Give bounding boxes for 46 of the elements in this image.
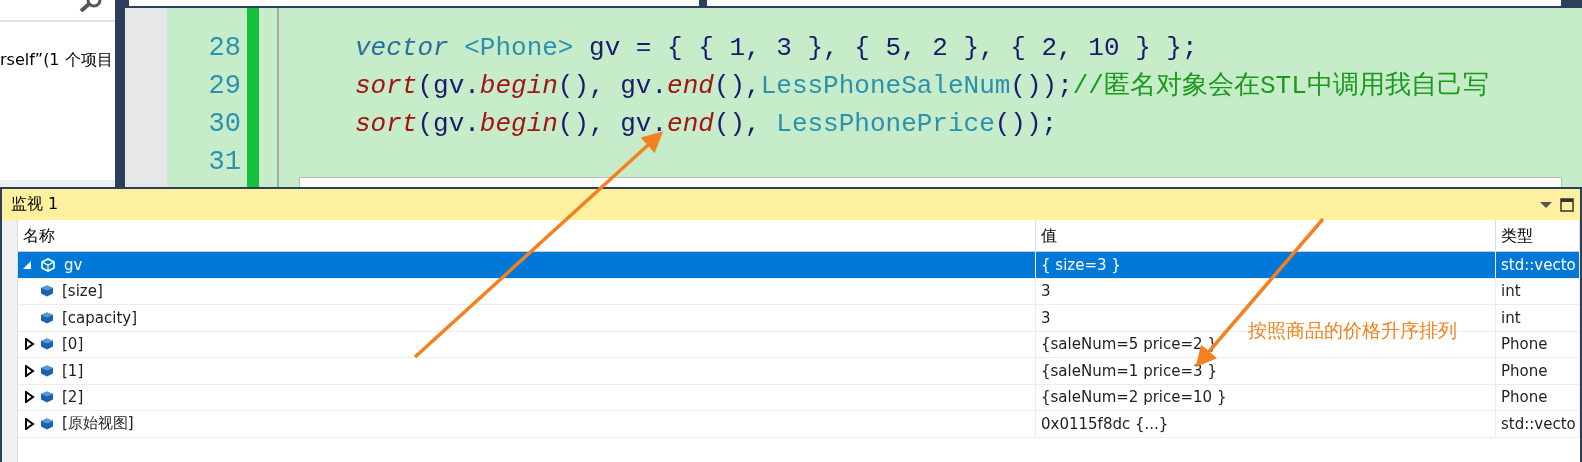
type-cell: Phone — [1496, 331, 1580, 357]
search-result-text: rself”(1 个项目 — [0, 50, 113, 69]
type-cell: int — [1496, 278, 1580, 304]
dropdown-field[interactable] — [128, 0, 700, 7]
panel-title: 监视 1 — [11, 194, 60, 215]
search-icon[interactable] — [77, 0, 103, 12]
line-number: 29 — [208, 71, 241, 101]
variable-name: [2] — [62, 388, 84, 407]
value-cell: {saleNum=1 price=3 } — [1036, 358, 1496, 384]
type-cell: std::vecto — [1496, 252, 1580, 278]
variable-name: [1] — [62, 361, 84, 380]
type-cell: std::vecto — [1496, 411, 1580, 437]
cube-icon — [40, 417, 54, 430]
variable-name: [原始视图] — [62, 414, 134, 434]
line-number: 30 — [208, 109, 241, 139]
value-cell: {saleNum=2 price=10 } — [1036, 384, 1496, 410]
code-line: sort(gv.begin(), gv.end(),LessPhoneSaleNum());//匿名对象会在STL中调用我自己写 — [355, 71, 1489, 101]
cube-icon — [40, 311, 54, 324]
variable-name: [capacity] — [62, 308, 138, 327]
search-field[interactable] — [0, 0, 115, 22]
maximize-icon[interactable] — [1560, 197, 1574, 212]
line-number: 31 — [208, 147, 241, 177]
dropdown-caret-icon[interactable] — [1540, 200, 1552, 209]
watch-row[interactable]: [2] {saleNum=2 price=10 } Phone — [18, 384, 1580, 411]
value-cell: 3 — [1036, 278, 1496, 304]
cube-icon — [40, 391, 54, 404]
watch-row[interactable]: [原始视图] 0x0115f8dc {...} std::vecto — [18, 411, 1580, 438]
dropdown-field[interactable] — [706, 0, 1562, 7]
type-cell: int — [1496, 305, 1580, 331]
watch-row[interactable]: gv { size=3 } std::vecto — [18, 252, 1580, 279]
cube-icon — [40, 338, 54, 351]
type-cell: Phone — [1496, 358, 1580, 384]
watch-row[interactable]: [1] {saleNum=1 price=3 } Phone — [18, 358, 1580, 385]
value-cell: { size=3 } — [1036, 252, 1496, 278]
variable-name: [size] — [62, 282, 103, 301]
code-line: sort(gv.begin(), gv.end(), LessPhonePrice()); — [355, 109, 1058, 139]
cube-icon — [40, 257, 56, 272]
variable-name: gv — [64, 255, 83, 274]
type-cell: Phone — [1496, 384, 1580, 410]
cube-icon — [40, 364, 54, 377]
value-cell: 0x0115f8dc {...} — [1036, 411, 1496, 437]
line-number: 28 — [208, 33, 241, 63]
code-line: vector <Phone> gv = { { 1, 3 }, { 5, 2 }, { 2, 10 } }; — [355, 33, 1198, 63]
variable-name: [0] — [62, 335, 84, 354]
watch-row[interactable]: [size] 3 int — [18, 278, 1580, 305]
cube-icon — [40, 285, 54, 298]
